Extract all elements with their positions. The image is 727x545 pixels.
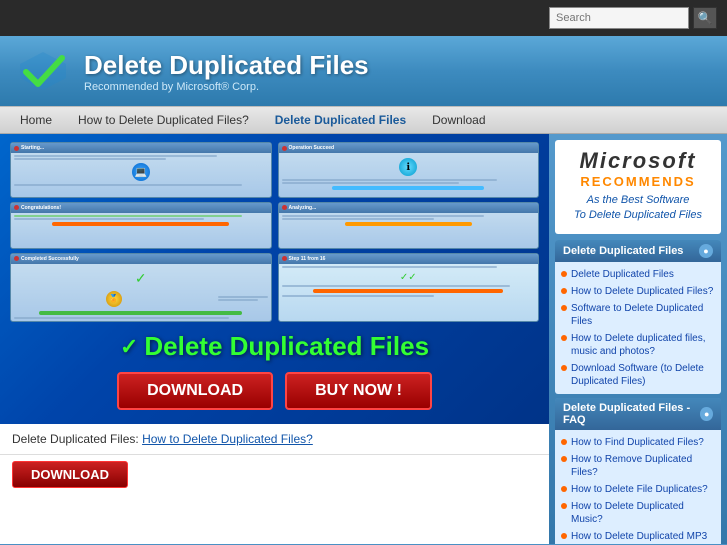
ss-window-6: Step 11 from 16 ✓✓: [278, 253, 540, 322]
sidebar-section-2-icon: ●: [700, 407, 713, 421]
sidebar-link-1-0[interactable]: Delete Duplicated Files: [561, 266, 715, 283]
sidebar-section-2: Delete Duplicated Files - FAQ ● How to F…: [555, 398, 721, 544]
search-button[interactable]: 🔍: [693, 7, 717, 29]
sidebar-section-1: Delete Duplicated Files ● Delete Duplica…: [555, 240, 721, 394]
ms-recommends-label: RECOMMENDS: [563, 174, 713, 189]
sidebar-link-1-3[interactable]: How to Delete duplicated files, music an…: [561, 330, 715, 360]
header-text: Delete Duplicated Files Recommended by M…: [84, 50, 369, 93]
ms-tagline: As the Best Software To Delete Duplicate…: [563, 193, 713, 224]
ss-window-5: Analyzing...: [278, 202, 540, 249]
download-button[interactable]: DOWNLOAD: [117, 372, 273, 410]
hero-checkmark: ✓: [120, 334, 138, 360]
main-layout: Starting... 💻 Congratulations!: [0, 134, 727, 544]
hero-screenshots: Starting... 💻 Congratulations!: [10, 142, 539, 322]
hero-image: Starting... 💻 Congratulations!: [0, 134, 549, 424]
screenshot-group-left: Starting... 💻 Congratulations!: [10, 142, 272, 322]
sidebar-link-2-1[interactable]: How to Remove Duplicated Files?: [561, 451, 715, 481]
download-small-button[interactable]: DOWNLOAD: [12, 461, 128, 488]
site-subtitle: Recommended by Microsoft® Corp.: [84, 81, 369, 93]
ss-window-2: Congratulations!: [10, 202, 272, 249]
search-wrapper: 🔍: [549, 7, 717, 29]
nav-download[interactable]: Download: [420, 109, 497, 131]
sidebar-link-2-0[interactable]: How to Find Duplicated Files?: [561, 434, 715, 451]
download-bar-area: DOWNLOAD: [0, 455, 549, 494]
logo-icon: [16, 44, 70, 98]
sidebar-section-1-body: Delete Duplicated Files How to Delete Du…: [555, 262, 721, 394]
sidebar-section-2-body: How to Find Duplicated Files? How to Rem…: [555, 430, 721, 544]
site-header: Delete Duplicated Files Recommended by M…: [0, 36, 727, 106]
nav-how-to[interactable]: How to Delete Duplicated Files?: [66, 109, 261, 131]
ms-recommends-box: Microsoft RECOMMENDS As the Best Softwar…: [555, 140, 721, 234]
sidebar-link-2-3[interactable]: How to Delete Duplicated Music?: [561, 498, 715, 528]
sidebar-link-1-2[interactable]: Software to Delete Duplicated Files: [561, 300, 715, 330]
nav-delete[interactable]: Delete Duplicated Files: [263, 109, 418, 131]
ss-window-3: Completed Successfully ✓ 🏅: [10, 253, 272, 322]
buynow-button[interactable]: BUY NOW !: [285, 372, 432, 410]
sidebar-link-1-4[interactable]: Download Software (to Delete Duplicated …: [561, 360, 715, 390]
sidebar-section-1-icon: ●: [699, 244, 713, 258]
search-input[interactable]: [549, 7, 689, 29]
nav-bar: Home How to Delete Duplicated Files? Del…: [0, 106, 727, 134]
sidebar-section-1-header: Delete Duplicated Files ●: [555, 240, 721, 262]
description-prefix: Delete Duplicated Files:: [12, 432, 142, 446]
site-title: Delete Duplicated Files: [84, 50, 369, 81]
sidebar-link-2-2[interactable]: How to Delete File Duplicates?: [561, 481, 715, 498]
sidebar: Microsoft RECOMMENDS As the Best Softwar…: [549, 134, 727, 544]
description-link[interactable]: How to Delete Duplicated Files?: [142, 432, 313, 446]
sidebar-link-2-4[interactable]: How to Delete Duplicated MP3 Files?: [561, 528, 715, 544]
sidebar-section-2-header: Delete Duplicated Files - FAQ ●: [555, 398, 721, 430]
top-bar: 🔍: [0, 0, 727, 36]
content-description: Delete Duplicated Files: How to Delete D…: [0, 424, 549, 455]
hero-buttons: DOWNLOAD BUY NOW !: [117, 372, 432, 410]
ms-logo: Microsoft RECOMMENDS: [563, 148, 713, 189]
nav-home[interactable]: Home: [8, 109, 64, 131]
ss-window-4: Operation Succeed ℹ: [278, 142, 540, 198]
content-area: Starting... 💻 Congratulations!: [0, 134, 549, 544]
sidebar-link-1-1[interactable]: How to Delete Duplicated Files?: [561, 283, 715, 300]
ss-window-1: Starting... 💻: [10, 142, 272, 198]
screenshot-group-right: Operation Succeed ℹ Analyzing...: [278, 142, 540, 322]
hero-title: ✓ Delete Duplicated Files: [120, 331, 429, 362]
